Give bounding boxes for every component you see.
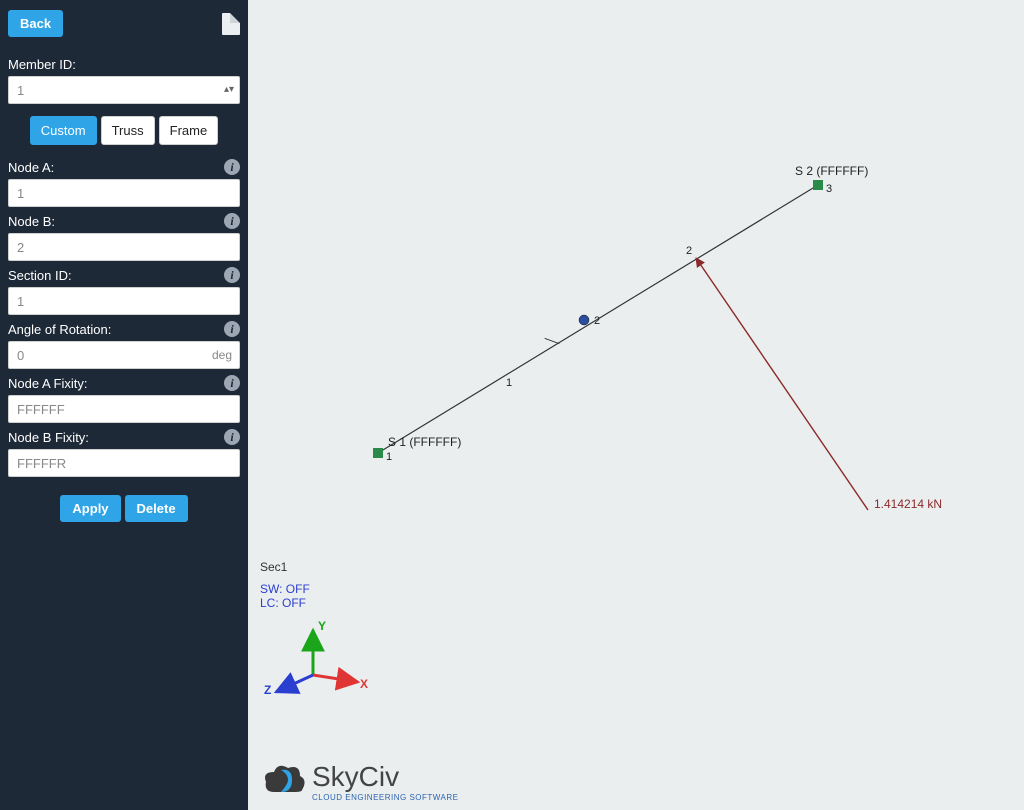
node-3-id: 3: [826, 183, 832, 195]
section-id-label-row: Section ID: i: [8, 267, 240, 283]
member-id-label-row: Member ID:: [8, 57, 240, 72]
member-id-select[interactable]: ▴▾: [8, 76, 240, 104]
angle-label-row: Angle of Rotation: i: [8, 321, 240, 337]
info-icon[interactable]: i: [224, 159, 240, 175]
fixity-b-label: Node B Fixity:: [8, 430, 89, 445]
info-icon[interactable]: i: [224, 267, 240, 283]
model-canvas[interactable]: 1 S 1 (FFFFFF) 2 3 S 2 (FFFFFF) 1 2 1.41…: [248, 0, 1024, 810]
axis-x-label: X: [360, 677, 368, 691]
angle-label: Angle of Rotation:: [8, 322, 111, 337]
action-row: Apply Delete: [8, 495, 240, 522]
apply-button[interactable]: Apply: [60, 495, 120, 522]
member-type-row: Custom Truss Frame: [8, 116, 240, 145]
axis-z-icon: [276, 675, 313, 692]
angle-input[interactable]: [8, 341, 240, 369]
brand-subtitle: CLOUD ENGINEERING SOFTWARE: [312, 793, 459, 802]
lc-status: LC: OFF: [260, 596, 310, 610]
sidebar-top-row: Back: [8, 10, 240, 37]
fixity-a-input[interactable]: [8, 395, 240, 423]
delete-button[interactable]: Delete: [125, 495, 188, 522]
section-legend: Sec1: [260, 560, 310, 574]
document-icon[interactable]: [222, 13, 240, 35]
fixity-a-label: Node A Fixity:: [8, 376, 87, 391]
brand-name: SkyCiv: [312, 761, 459, 793]
back-button[interactable]: Back: [8, 10, 63, 37]
load-arrow[interactable]: [696, 258, 868, 510]
member-1-label: 1: [506, 377, 512, 389]
node-3[interactable]: [813, 180, 823, 190]
info-icon[interactable]: i: [224, 321, 240, 337]
node-a-label-row: Node A: i: [8, 159, 240, 175]
node-b-label: Node B:: [8, 214, 55, 229]
axis-z-label: Z: [264, 683, 271, 697]
section-id-input[interactable]: [8, 287, 240, 315]
type-truss-button[interactable]: Truss: [101, 116, 155, 145]
info-icon[interactable]: i: [224, 213, 240, 229]
node-a-input[interactable]: [8, 179, 240, 207]
sidebar: Back Member ID: ▴▾ Custom Truss Frame No…: [0, 0, 248, 810]
type-frame-button[interactable]: Frame: [159, 116, 219, 145]
status-box: Sec1 SW: OFF LC: OFF: [260, 560, 310, 610]
member-2-label: 2: [686, 245, 692, 257]
info-icon[interactable]: i: [224, 375, 240, 391]
node-b-input[interactable]: [8, 233, 240, 261]
section-id-label: Section ID:: [8, 268, 72, 283]
axis-y-label: Y: [318, 620, 326, 633]
node-2[interactable]: [579, 315, 589, 325]
info-icon[interactable]: i: [224, 429, 240, 445]
cloud-icon: [262, 762, 306, 802]
axis-gizmo[interactable]: Y X Z: [258, 620, 368, 710]
node-1[interactable]: [373, 448, 383, 458]
sw-status: SW: OFF: [260, 582, 310, 596]
node-a-label: Node A:: [8, 160, 54, 175]
node-3-support-label: S 2 (FFFFFF): [795, 164, 868, 178]
node-2-id: 2: [594, 315, 600, 327]
fixity-b-label-row: Node B Fixity: i: [8, 429, 240, 445]
fixity-a-label-row: Node A Fixity: i: [8, 375, 240, 391]
axis-x-icon: [313, 675, 358, 682]
node-1-id: 1: [386, 451, 392, 463]
node-b-label-row: Node B: i: [8, 213, 240, 229]
node-1-support-label: S 1 (FFFFFF): [388, 435, 461, 449]
fixity-b-input[interactable]: [8, 449, 240, 477]
member-id-input[interactable]: [8, 76, 240, 104]
brand-logo: SkyCiv CLOUD ENGINEERING SOFTWARE: [262, 761, 459, 802]
load-label: 1.414214 kN: [874, 497, 942, 511]
type-custom-button[interactable]: Custom: [30, 116, 97, 145]
member-id-label: Member ID:: [8, 57, 76, 72]
